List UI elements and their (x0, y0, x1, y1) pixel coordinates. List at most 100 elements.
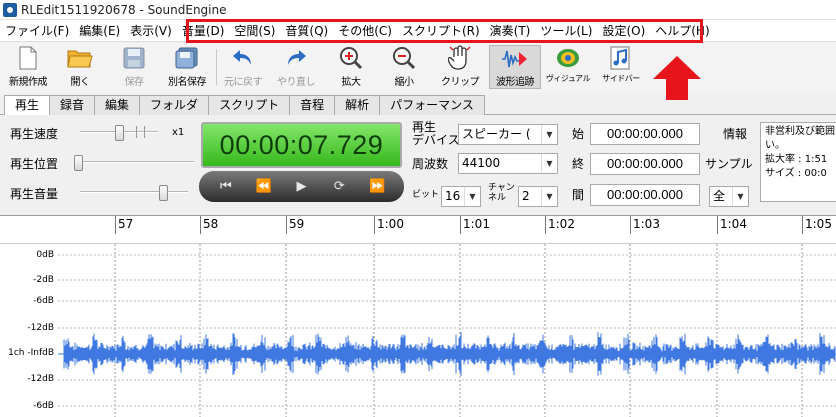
device-label-line1: 再生 (412, 120, 437, 134)
menu-space[interactable]: 空間(S) (229, 20, 280, 42)
ruler-label: 58 (203, 217, 219, 231)
open-label: 開く (70, 77, 91, 88)
app-icon (3, 2, 17, 17)
channel-value: 2 (522, 189, 530, 203)
menu-bar: ファイル(F) 編集(E) 表示(V) 音量(D) 空間(S) 音質(Q) その… (0, 20, 836, 42)
zoom-out-icon (390, 45, 418, 71)
end-time-field[interactable]: 00:00:00.000 (590, 153, 700, 175)
save-label: 保存 (124, 77, 145, 88)
visual-icon (554, 45, 582, 71)
redo-button[interactable]: やり直し (270, 45, 322, 89)
toolbar: 新規作成 開く 保存 別名保存 元に戻す やり直し 拡大 縮小 クリップ 波形追… (0, 43, 836, 93)
tab-analysis[interactable]: 解析 (334, 95, 381, 115)
menu-script[interactable]: スクリプト(R) (397, 20, 485, 42)
chevron-down-icon: ▼ (541, 125, 557, 144)
db-label: -6dB (33, 401, 54, 411)
unit-select[interactable]: 全 ▼ (709, 186, 749, 207)
device-label-line2: デバイス (412, 133, 460, 147)
waveform-view[interactable]: 0dB -2dB -6dB -12dB 1ch -InfdB -12dB -6d… (0, 243, 836, 417)
menu-tools[interactable]: ツール(L) (535, 20, 597, 42)
menu-file[interactable]: ファイル(F) (0, 20, 74, 42)
tab-folder[interactable]: フォルダ (139, 95, 210, 115)
device-label: 再生 デバイス (412, 121, 460, 147)
ruler-label: 59 (289, 217, 305, 231)
frequency-select[interactable]: 44100 ▼ (458, 153, 558, 174)
playback-position-label: 再生位置 (10, 157, 59, 171)
db-label: -6dB (33, 296, 54, 306)
undo-button[interactable]: 元に戻す (217, 45, 269, 89)
playback-rate-slider[interactable] (80, 125, 158, 141)
clip-button[interactable]: クリップ (434, 45, 486, 89)
playback-position-slider[interactable] (74, 155, 194, 171)
length-time-field[interactable]: 00:00:00.000 (590, 184, 700, 206)
save-as-button[interactable]: 別名保存 (161, 45, 213, 89)
zoom-in-icon (337, 45, 365, 71)
tab-pitch[interactable]: 音程 (289, 95, 336, 115)
waveform-canvas[interactable] (0, 244, 836, 417)
db-label: -2dB (33, 275, 54, 285)
rewind-icon[interactable]: ⏪ (249, 175, 279, 199)
window-title: RLEdit1511920678 - SoundEngine (21, 2, 227, 17)
repeat-icon[interactable]: ⟳ (324, 175, 354, 199)
channel-select[interactable]: 2 ▼ (518, 186, 558, 207)
zoom-out-label: 縮小 (394, 77, 415, 88)
sidebar-music-icon (607, 45, 635, 71)
wave-follow-icon (501, 46, 529, 71)
skip-start-icon[interactable]: ⏮ (211, 175, 241, 199)
undo-icon (229, 45, 257, 71)
info-text-box: 非営利及び範囲 い。 拡大率 : 1:51 サイズ : 00:0 (760, 122, 836, 202)
fast-forward-icon[interactable]: ⏩ (362, 175, 392, 199)
db-scale: 0dB -2dB -6dB -12dB 1ch -InfdB -12dB -6d… (0, 244, 58, 417)
play-icon[interactable]: ▶ (286, 175, 316, 199)
save-button[interactable]: 保存 (108, 45, 160, 89)
ruler-tick (717, 216, 718, 234)
bit-select[interactable]: 16 ▼ (441, 186, 481, 207)
rate-thumb[interactable] (114, 125, 124, 141)
new-button[interactable]: 新規作成 (2, 45, 54, 89)
chevron-down-icon: ▼ (732, 187, 748, 206)
menu-settings[interactable]: 設定(O) (597, 20, 650, 42)
menu-volume[interactable]: 音量(D) (177, 20, 230, 42)
menu-quality[interactable]: 音質(Q) (280, 20, 333, 42)
unit-value: 全 (713, 189, 726, 203)
menu-view[interactable]: 表示(V) (125, 20, 177, 42)
tab-record[interactable]: 録音 (49, 95, 96, 115)
tab-edit[interactable]: 編集 (94, 95, 141, 115)
hand-grab-icon (446, 45, 474, 71)
tab-playback[interactable]: 再生 (4, 95, 51, 116)
info-line: サイズ : 00:0 (765, 168, 827, 179)
db-label: 1ch -InfdB (8, 348, 54, 358)
visual-button[interactable]: ヴィジュアル (542, 45, 594, 89)
ruler-label: 1:02 (548, 217, 575, 231)
tab-performance[interactable]: パフォーマンス (379, 95, 485, 115)
sidebar-button[interactable]: サイドバー (595, 45, 647, 89)
db-label: -12dB (27, 374, 54, 384)
start-label: 始 (572, 127, 585, 141)
ruler-label: 1:04 (720, 217, 747, 231)
info-line: 拡大率 : 1:51 (765, 154, 828, 165)
zoom-in-button[interactable]: 拡大 (325, 45, 377, 89)
playback-rate-label: 再生速度 (10, 127, 59, 141)
wave-follow-button[interactable]: 波形追跡 (489, 45, 541, 89)
volume-thumb[interactable] (159, 185, 169, 201)
sample-label: サンプル (705, 157, 753, 171)
menu-perform[interactable]: 演奏(T) (485, 20, 536, 42)
device-select[interactable]: スピーカー ( ▼ (458, 124, 558, 145)
chevron-down-icon: ▼ (541, 154, 557, 173)
ruler-label: 1:05 (805, 217, 832, 231)
menu-edit[interactable]: 編集(E) (74, 20, 125, 42)
menu-other[interactable]: その他(C) (333, 20, 397, 42)
tab-script[interactable]: スクリプト (208, 95, 291, 115)
info-line: 非営利及び範囲 (765, 126, 835, 137)
new-label: 新規作成 (9, 77, 48, 88)
ruler-tick (545, 216, 546, 234)
playback-volume-slider[interactable] (80, 185, 188, 201)
ruler-tick (802, 216, 803, 234)
position-thumb[interactable] (74, 155, 83, 171)
length-label: 間 (572, 188, 585, 202)
open-button[interactable]: 開く (54, 45, 106, 89)
zoom-out-button[interactable]: 縮小 (378, 45, 430, 89)
start-time-field[interactable]: 00:00:00.000 (590, 123, 700, 145)
redo-icon (282, 45, 310, 71)
menu-help[interactable]: ヘルプ(H) (650, 20, 714, 42)
